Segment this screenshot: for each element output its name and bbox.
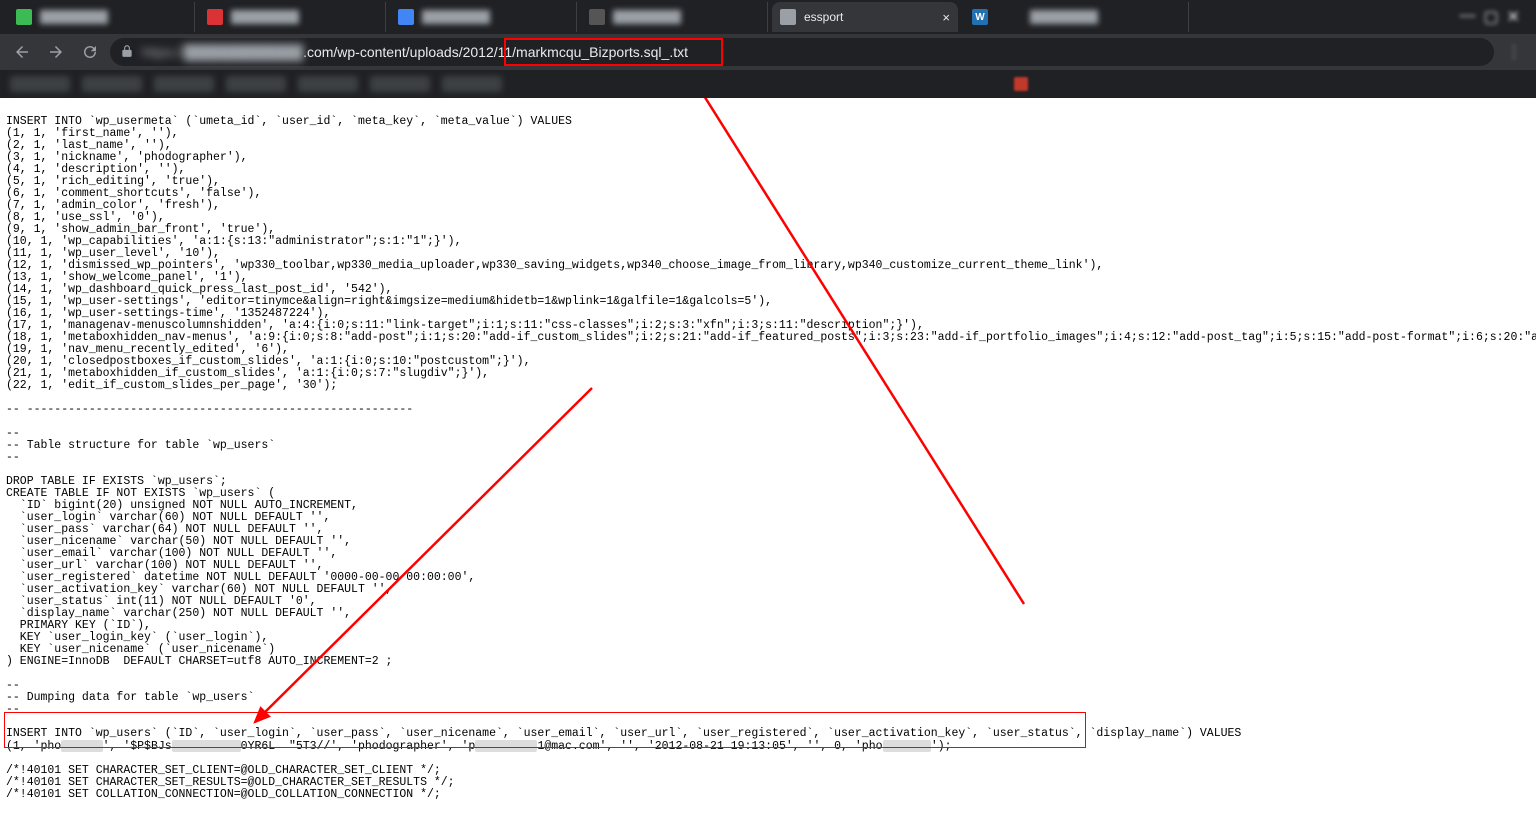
file-icon xyxy=(780,9,796,25)
tab-title: essport xyxy=(804,10,936,24)
bookmark-item[interactable] xyxy=(370,76,430,92)
bookmark-item[interactable] xyxy=(10,76,70,92)
tab-inactive-1[interactable]: ████████ xyxy=(8,2,195,32)
menu-button[interactable]: ⋮ xyxy=(1500,38,1528,66)
back-button[interactable] xyxy=(8,38,36,66)
tab-strip: ████████ ████████ ████████ ████████ essp… xyxy=(0,0,1536,34)
maximize-button[interactable]: ▢ xyxy=(1483,7,1498,27)
close-window-button[interactable]: ✕ xyxy=(1507,7,1520,27)
bookmarks-bar xyxy=(0,70,1536,98)
bookmark-item[interactable] xyxy=(82,76,142,92)
wordpress-favicon: W xyxy=(972,9,988,25)
url-text: https://████████████.com/wp-content/uplo… xyxy=(142,44,688,60)
tab-inactive-6[interactable]: ████████ xyxy=(1002,2,1189,32)
address-bar[interactable]: https://████████████.com/wp-content/uplo… xyxy=(110,38,1494,66)
reload-button[interactable] xyxy=(76,38,104,66)
tab-inactive-2[interactable]: ████████ xyxy=(199,2,386,32)
close-tab-button[interactable]: × xyxy=(942,10,950,25)
tab-inactive-4[interactable]: ████████ xyxy=(581,2,768,32)
bookmark-icon[interactable] xyxy=(1014,77,1028,91)
browser-chrome: ████████ ████████ ████████ ████████ essp… xyxy=(0,0,1536,98)
bookmark-item[interactable] xyxy=(226,76,286,92)
bookmark-item[interactable] xyxy=(154,76,214,92)
tab-inactive-3[interactable]: ████████ xyxy=(390,2,577,32)
tab-active[interactable]: essport × xyxy=(772,2,958,32)
minimize-button[interactable]: — xyxy=(1459,7,1475,27)
bookmark-item[interactable] xyxy=(442,76,502,92)
lock-icon xyxy=(120,44,134,61)
page-content: INSERT INTO `wp_usermeta` (`umeta_id`, `… xyxy=(0,98,1536,821)
forward-button[interactable] xyxy=(42,38,70,66)
tab-inactive-5[interactable]: W xyxy=(962,2,998,32)
sql-dump-text: INSERT INTO `wp_usermeta` (`umeta_id`, `… xyxy=(0,98,1536,807)
toolbar: https://████████████.com/wp-content/uplo… xyxy=(0,34,1536,70)
window-controls: — ▢ ✕ xyxy=(1459,7,1528,27)
bookmark-item[interactable] xyxy=(298,76,358,92)
